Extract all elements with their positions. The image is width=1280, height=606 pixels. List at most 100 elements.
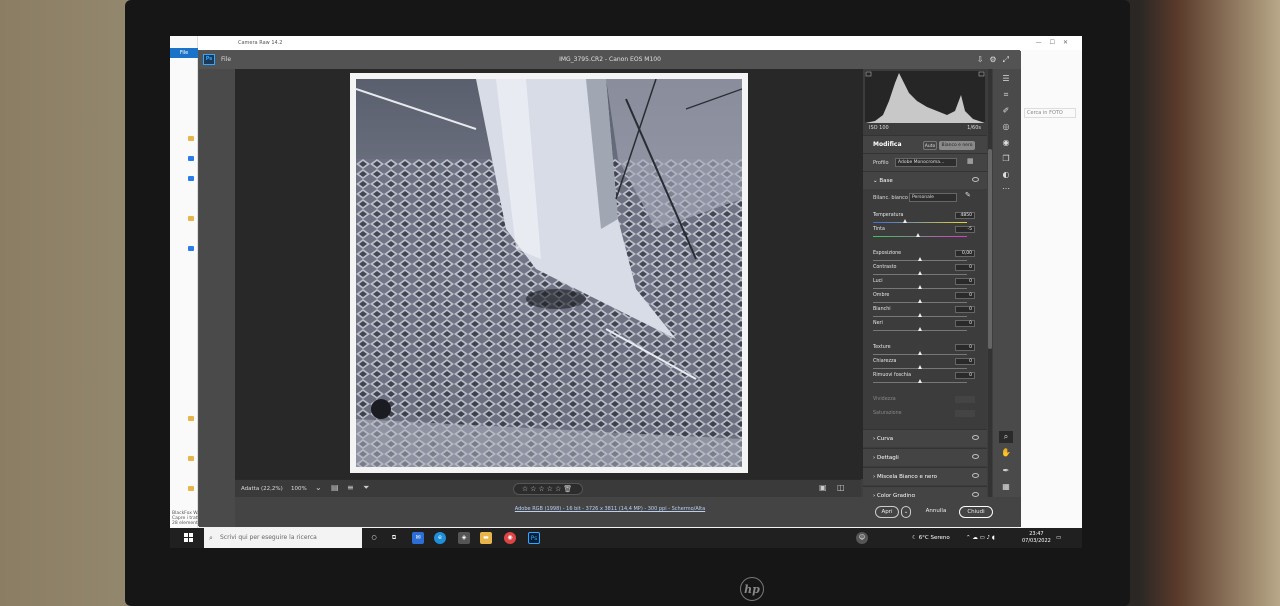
eye-icon[interactable] bbox=[972, 454, 979, 459]
slider-track[interactable] bbox=[873, 222, 967, 223]
save-icon[interactable]: ⇩ bbox=[977, 55, 990, 64]
cloud-icon[interactable] bbox=[188, 246, 194, 251]
slider-thumb[interactable] bbox=[918, 365, 922, 369]
window-controls[interactable]: —☐✕ bbox=[1036, 36, 1076, 50]
slider-thumb[interactable] bbox=[918, 285, 922, 289]
filter-icon[interactable]: ⏷ bbox=[363, 483, 369, 493]
auto-button[interactable]: Auto bbox=[923, 141, 937, 150]
slider-row[interactable]: Tinta -5 bbox=[873, 226, 975, 241]
eye-icon[interactable] bbox=[972, 435, 979, 440]
profile-select[interactable]: Adobe Monocroma... bbox=[895, 158, 957, 167]
slider-value-input[interactable]: 0 bbox=[955, 278, 975, 285]
folder-icon[interactable] bbox=[188, 486, 194, 491]
bw-button[interactable]: Bianco e nero bbox=[939, 141, 975, 150]
gear-icon[interactable]: ⚙ bbox=[989, 55, 1002, 64]
slider-row[interactable]: Contrasto 0 bbox=[873, 264, 975, 279]
download-icon[interactable] bbox=[188, 176, 194, 181]
slider-value-input[interactable]: 0,00 bbox=[955, 250, 975, 257]
sliders-icon[interactable]: ☰ bbox=[999, 73, 1013, 85]
scrollbar-thumb[interactable] bbox=[988, 149, 992, 349]
slider-value-input[interactable]: -5 bbox=[955, 226, 975, 233]
slider-thumb[interactable] bbox=[918, 327, 922, 331]
cortana-icon[interactable]: ○ bbox=[368, 532, 380, 544]
zoom-fit[interactable]: Adatta (22,2%) bbox=[241, 480, 283, 498]
slider-thumb[interactable] bbox=[918, 313, 922, 317]
color-sampler-icon[interactable]: ✒ bbox=[999, 465, 1013, 477]
slider-value-input[interactable]: 0 bbox=[955, 292, 975, 299]
chrome-icon[interactable]: ◉ bbox=[504, 532, 516, 544]
single-view-icon[interactable]: ▣ bbox=[819, 483, 827, 492]
stars-text[interactable]: ☆☆☆☆☆ bbox=[522, 485, 563, 493]
eyedropper-icon[interactable]: ✎ bbox=[965, 191, 971, 199]
photoshop-taskbar-icon[interactable]: Ps bbox=[528, 532, 540, 544]
snapshots-icon[interactable]: ❐ bbox=[999, 153, 1013, 165]
folder-icon[interactable] bbox=[188, 416, 194, 421]
slider-row[interactable]: Temperatura 4850 bbox=[873, 212, 975, 227]
image-preview[interactable] bbox=[235, 69, 863, 479]
explorer-search-input[interactable]: Cerca in FOTO bbox=[1024, 108, 1076, 118]
slider-row[interactable]: Neri 0 bbox=[873, 320, 975, 335]
presets-icon[interactable]: ◐ bbox=[999, 169, 1013, 181]
redeye-icon[interactable]: ◉ bbox=[999, 137, 1013, 149]
open-button[interactable]: Apri bbox=[875, 506, 899, 518]
fullscreen-icon[interactable]: ⤢ bbox=[1003, 55, 1015, 64]
panel-scrollbar[interactable] bbox=[988, 69, 992, 497]
user-icon[interactable]: ☺ bbox=[856, 532, 868, 544]
hand-icon[interactable]: ✋ bbox=[999, 447, 1013, 459]
panel-section[interactable]: › Dettagli bbox=[863, 448, 987, 466]
edge-icon[interactable]: e bbox=[434, 532, 446, 544]
cancel-button[interactable]: Annulla bbox=[921, 506, 951, 518]
panel-section[interactable]: › Miscela Bianco e nero bbox=[863, 467, 987, 485]
slider-row[interactable]: Texture 0 bbox=[873, 344, 975, 359]
slider-row[interactable]: Bianchi 0 bbox=[873, 306, 975, 321]
task-view-icon[interactable]: ⧉ bbox=[388, 532, 400, 544]
slider-thumb[interactable] bbox=[918, 271, 922, 275]
taskbar-search-input[interactable]: ⌕ Scrivi qui per eseguire la ricerca bbox=[204, 528, 362, 548]
basic-section-header[interactable]: ⌄ Base bbox=[863, 171, 987, 189]
more-icon[interactable]: ⋯ bbox=[999, 183, 1013, 195]
open-dropdown-button[interactable]: ⌄ bbox=[901, 506, 911, 518]
slider-row[interactable]: Rimuovi foschia 0 bbox=[873, 372, 975, 387]
sort-icon[interactable]: ≡ bbox=[347, 483, 354, 492]
slider-thumb[interactable] bbox=[918, 257, 922, 261]
filmstrip-icon[interactable]: ▤ bbox=[331, 483, 339, 492]
slider-value-input[interactable]: 4850 bbox=[955, 212, 975, 219]
folder-icon[interactable] bbox=[188, 216, 194, 221]
close-button[interactable]: Chiudi bbox=[959, 506, 993, 518]
workflow-options-link[interactable]: Adobe RGB (1998) - 16 bit - 3726 x 3811 … bbox=[235, 506, 985, 512]
rating-stars[interactable]: ☆☆☆☆☆🗑 bbox=[513, 483, 583, 495]
folder-icon[interactable] bbox=[188, 136, 194, 141]
mask-icon[interactable]: ◎ bbox=[999, 121, 1013, 133]
trash-icon[interactable]: 🗑 bbox=[563, 485, 574, 493]
slider-value-input[interactable]: 0 bbox=[955, 358, 975, 365]
eye-icon[interactable] bbox=[972, 473, 979, 478]
steam-icon[interactable]: ◈ bbox=[458, 532, 470, 544]
grid-icon[interactable]: ▦ bbox=[999, 481, 1013, 493]
slider-thumb[interactable] bbox=[918, 299, 922, 303]
slider-thumb[interactable] bbox=[902, 219, 907, 223]
before-after-icon[interactable]: ◫ bbox=[837, 483, 845, 492]
panel-section[interactable]: › Color Grading bbox=[863, 486, 987, 497]
slider-row[interactable]: Luci 0 bbox=[873, 278, 975, 293]
slider-thumb[interactable] bbox=[918, 351, 922, 355]
slider-value-input[interactable]: 0 bbox=[955, 264, 975, 271]
mail-icon[interactable]: ✉ bbox=[412, 532, 424, 544]
slider-row[interactable]: Esposizione 0,00 bbox=[873, 250, 975, 265]
profile-browser-icon[interactable]: ▦ bbox=[967, 157, 974, 165]
windows-start-icon[interactable] bbox=[184, 533, 194, 543]
slider-value-input[interactable]: 0 bbox=[955, 372, 975, 379]
folder-icon[interactable] bbox=[188, 456, 194, 461]
eye-icon[interactable] bbox=[972, 492, 979, 497]
chevron-down-icon[interactable]: ⌄ bbox=[315, 483, 322, 492]
slider-value-input[interactable]: 0 bbox=[955, 306, 975, 313]
eye-icon[interactable] bbox=[972, 177, 979, 182]
slider-row[interactable]: Ombre 0 bbox=[873, 292, 975, 307]
slider-row[interactable]: Chiarezza 0 bbox=[873, 358, 975, 373]
wb-select[interactable]: Personale bbox=[909, 193, 957, 202]
explorer-file-tab[interactable]: File bbox=[170, 48, 198, 58]
tray-icons[interactable]: ⌃ ☁ ▭ ♪ ◖ bbox=[966, 528, 995, 548]
slider-value-input[interactable]: 0 bbox=[955, 344, 975, 351]
zoom-icon[interactable]: ⌕ bbox=[999, 431, 1013, 443]
crop-icon[interactable]: ⌗ bbox=[999, 89, 1013, 101]
slider-thumb[interactable] bbox=[918, 379, 922, 383]
